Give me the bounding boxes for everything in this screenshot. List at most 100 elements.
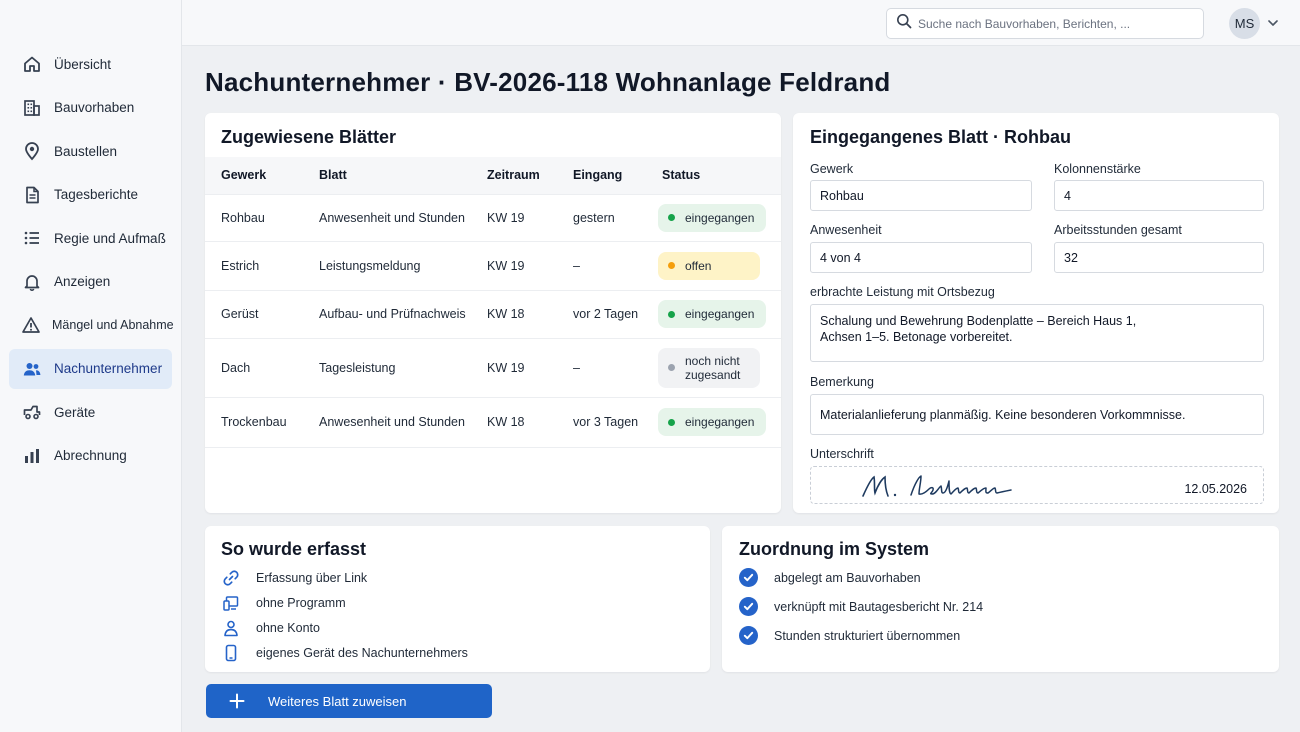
cell-status: offen	[646, 240, 781, 290]
cell-status: noch nicht zugesandt	[646, 337, 781, 397]
cell-blatt: Tagesleistung	[303, 337, 471, 397]
status-badge: eingegangen	[658, 408, 767, 436]
status-dot	[668, 364, 675, 371]
assignment-item-label: Stunden strukturiert übernommen	[774, 628, 961, 643]
sidebar-item-geraete[interactable]: Geräte	[9, 392, 172, 432]
signature-date: 12.05.2026	[1184, 482, 1247, 496]
column-header-blatt[interactable]: Blatt	[303, 157, 471, 194]
assignment-item: verknüpft mit Bautagesbericht Nr. 214	[739, 597, 983, 616]
search-box[interactable]	[886, 8, 1204, 39]
gewerk-label: Gewerk	[810, 162, 854, 176]
cell-zeitraum: KW 19	[471, 193, 557, 241]
status-text: eingegangen	[685, 210, 755, 225]
leistung-field[interactable]: Schalung und Bewehrung Bodenplatte – Ber…	[810, 304, 1264, 362]
kolonnenstaerke-field[interactable]: 4	[1054, 180, 1264, 211]
column-header-gewerk[interactable]: Gewerk	[205, 157, 303, 194]
sidebar-item-label: Regie und Aufmaß	[54, 230, 166, 246]
column-header-status[interactable]: Status	[646, 157, 781, 194]
users-icon	[21, 358, 43, 380]
bemerkung-label: Bemerkung	[810, 375, 874, 389]
status-dot	[668, 214, 675, 221]
capture-item-label: eigenes Gerät des Nachunternehmers	[256, 646, 468, 660]
vehicle-icon	[21, 401, 43, 423]
person-icon	[221, 618, 241, 638]
status-badge: eingegangen	[658, 203, 767, 232]
check-circle-icon	[739, 568, 758, 587]
chevron-down-icon[interactable]	[1267, 16, 1279, 34]
status-dot	[668, 262, 675, 269]
assignment-item: abgelegt am Bauvorhaben	[739, 568, 921, 587]
assigned-sheets-table: Gewerk Blatt Zeitraum Eingang Status Roh…	[205, 157, 781, 448]
sidebar-item-abrechnung[interactable]: Abrechnung	[9, 436, 172, 476]
status-dot	[668, 310, 675, 318]
cell-blatt: Anwesenheit und Stunden	[303, 193, 471, 241]
status-text: eingegangen	[685, 415, 755, 429]
cell-zeitraum: KW 19	[471, 337, 557, 397]
table-row[interactable]: Estrich Leistungsmeldung KW 19 – offen	[205, 240, 781, 290]
sidebar-item-tagesberichte[interactable]: Tagesberichte	[9, 175, 172, 215]
sidebar-item-bauvorhaben[interactable]: Bauvorhaben	[9, 88, 172, 128]
table-row[interactable]: Trockenbau Anwesenheit und Stunden KW 18…	[205, 396, 781, 448]
cell-eingang: vor 2 Tagen	[557, 289, 646, 338]
sidebar-item-baustellen[interactable]: Baustellen	[9, 131, 172, 171]
cell-eingang: –	[557, 337, 646, 397]
plus-icon	[228, 692, 246, 710]
status-text: noch nicht zugesandt	[685, 353, 741, 382]
kolonnenstaerke-label: Kolonnenstärke	[1054, 162, 1141, 176]
capture-item-label: ohne Programm	[256, 596, 346, 610]
column-header-zeitraum[interactable]: Zeitraum	[471, 157, 557, 194]
avatar[interactable]: MS	[1229, 8, 1260, 39]
status-badge: eingegangen	[658, 300, 767, 328]
sidebar-item-nachunternehmer[interactable]: Nachunternehmer	[9, 348, 172, 389]
smartphone-icon	[221, 643, 241, 663]
table-header-row: Gewerk Blatt Zeitraum Eingang Status	[205, 157, 781, 194]
search-input[interactable]	[918, 16, 1188, 31]
assigned-sheets-card: Zugewiesene Blätter Gewerk Blatt Zeitrau…	[205, 113, 781, 513]
capture-item: Erfassung über Link	[221, 568, 367, 588]
check-circle-icon	[739, 597, 758, 616]
sidebar-item-anzeigen[interactable]: Anzeigen	[9, 262, 172, 302]
sidebar-item-regie[interactable]: Regie und Aufmaß	[9, 218, 172, 258]
sidebar-item-label: Baustellen	[54, 143, 118, 159]
cell-blatt: Leistungsmeldung	[303, 240, 471, 290]
cell-zeitraum: KW 18	[471, 289, 557, 338]
capture-title: So wurde erfasst	[221, 539, 367, 559]
status-text: eingegangen	[685, 307, 755, 321]
sidebar-item-label: Anzeigen	[54, 274, 111, 289]
document-icon	[21, 184, 43, 206]
assignment-item-label: abgelegt am Bauvorhaben	[774, 570, 921, 585]
gewerk-field[interactable]: Rohbau	[810, 180, 1032, 211]
cell-zeitraum: KW 19	[471, 240, 557, 290]
status-badge: offen	[658, 251, 760, 280]
assign-sheet-button[interactable]: Weiteres Blatt zuweisen	[206, 684, 492, 718]
column-header-eingang[interactable]: Eingang	[557, 157, 646, 194]
arbeitsstunden-field[interactable]: 32	[1054, 242, 1264, 273]
sidebar-item-label: Mängel und Abnahme	[52, 318, 174, 332]
capture-card: So wurde erfasst Erfassung über Link ohn…	[205, 526, 710, 672]
cell-status: eingegangen	[646, 193, 781, 241]
anwesenheit-label: Anwesenheit	[810, 223, 882, 237]
sidebar-item-label: Nachunternehmer	[54, 361, 163, 376]
building-icon	[21, 97, 43, 119]
page-title: Nachunternehmer · BV-2026-118 Wohnanlage…	[205, 67, 891, 97]
table-row[interactable]: Gerüst Aufbau- und Prüfnachweis KW 18 vo…	[205, 289, 781, 338]
status-dot	[668, 418, 675, 426]
received-sheet-title: Eingegangenes Blatt · Rohbau	[810, 127, 1072, 147]
cell-blatt: Aufbau- und Prüfnachweis	[303, 289, 471, 338]
table-row[interactable]: Dach Tagesleistung KW 19 – noch nicht zu…	[205, 337, 781, 397]
status-badge: noch nicht zugesandt	[658, 347, 760, 388]
bemerkung-field[interactable]: Materialanlieferung planmäßig. Keine bes…	[810, 394, 1264, 435]
table-row[interactable]: Rohbau Anwesenheit und Stunden KW 19 ges…	[205, 193, 781, 241]
anwesenheit-field[interactable]: 4 von 4	[810, 242, 1032, 273]
status-text: offen	[685, 258, 712, 273]
sidebar-item-label: Abrechnung	[54, 448, 127, 463]
signature-box: 12.05.2026	[810, 466, 1264, 504]
search-icon	[896, 13, 912, 34]
sidebar-item-label: Bauvorhaben	[54, 100, 135, 115]
cell-gewerk: Estrich	[205, 240, 303, 290]
sidebar-item-maengel[interactable]: Mängel und Abnahme	[9, 305, 174, 345]
arbeitsstunden-label: Arbeitsstunden gesamt	[1054, 223, 1182, 237]
signature-image	[862, 475, 1012, 497]
cell-status: eingegangen	[646, 289, 781, 338]
sidebar-item-uebersicht[interactable]: Übersicht	[9, 44, 172, 84]
